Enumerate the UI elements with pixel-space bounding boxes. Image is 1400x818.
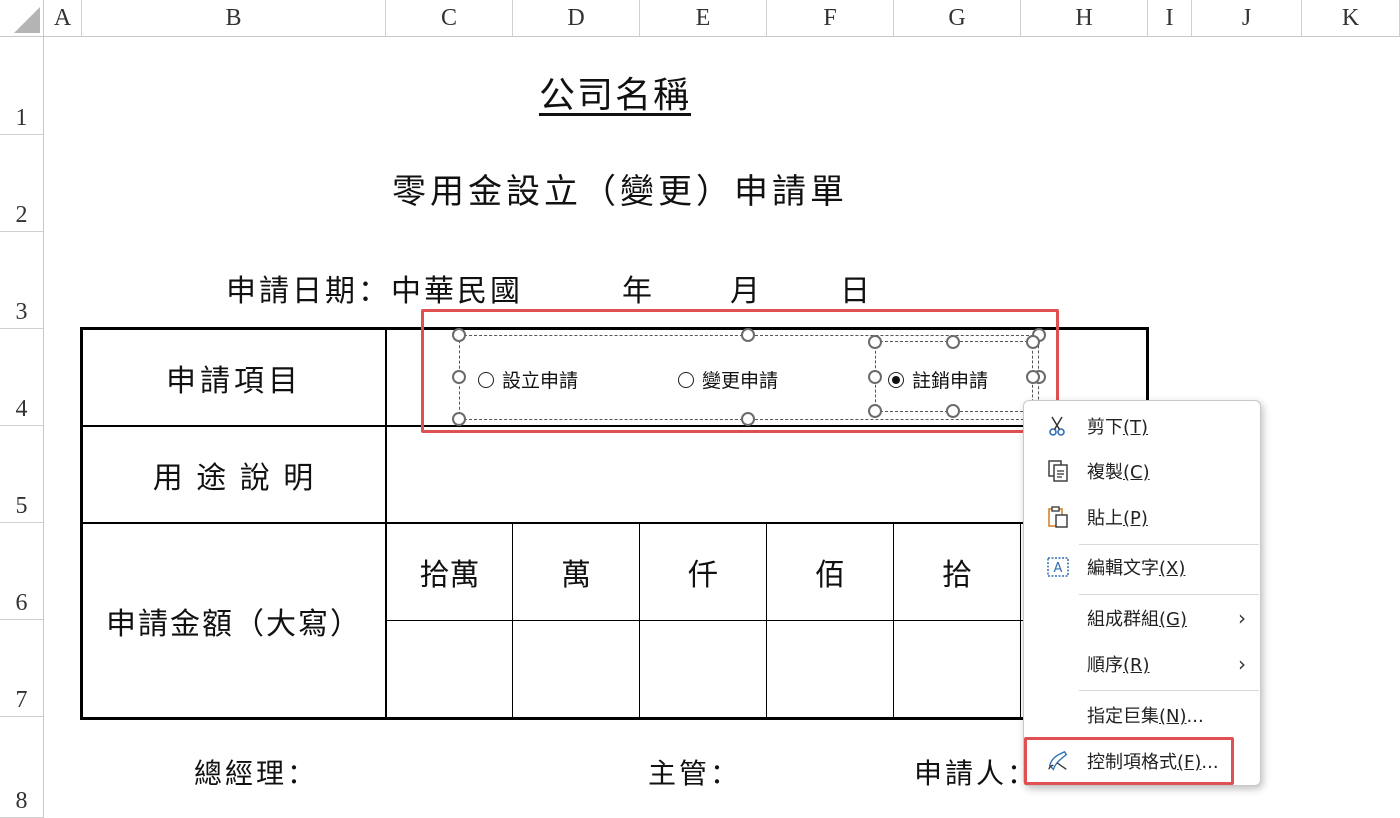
signature-applicant: 申請人： bbox=[914, 757, 1039, 790]
unit-ten-thousand: 萬 bbox=[561, 558, 591, 593]
highlight-controls-box bbox=[421, 309, 1059, 433]
menu-key-edit-text: (X) bbox=[1159, 558, 1186, 579]
label-amount: 申請金額（大寫） bbox=[106, 606, 362, 642]
menu-item-order[interactable]: 順序(R) › bbox=[1024, 644, 1260, 684]
form-title: 零用金設立（變更）申請單 bbox=[392, 172, 848, 212]
menu-separator bbox=[1079, 594, 1259, 595]
menu-key-order: (R) bbox=[1123, 655, 1150, 676]
row-header-2[interactable]: 2 bbox=[0, 135, 44, 232]
menu-label-copy: 複製 bbox=[1087, 462, 1123, 483]
unit-hundred: 佰 bbox=[815, 558, 845, 593]
select-all-triangle bbox=[14, 7, 40, 33]
row-header-5[interactable]: 5 bbox=[0, 426, 44, 523]
menu-item-paste[interactable]: 貼上(P) bbox=[1024, 497, 1260, 537]
date-label: 申請日期：中華民國 bbox=[226, 274, 523, 309]
menu-suffix-assign-macro: ... bbox=[1186, 706, 1204, 727]
copy-icon bbox=[1046, 459, 1070, 483]
signature-supervisor: 主管： bbox=[648, 757, 742, 790]
label-purpose: 用 途 說 明 bbox=[152, 460, 316, 496]
signature-gm: 總經理： bbox=[194, 757, 319, 790]
column-header-i[interactable]: I bbox=[1148, 0, 1192, 37]
menu-key-cut: (T) bbox=[1123, 417, 1149, 438]
scissors-icon bbox=[1046, 414, 1070, 438]
company-title: 公司名稱 bbox=[538, 75, 691, 116]
chevron-right-icon: › bbox=[1238, 652, 1246, 676]
menu-label-order: 順序 bbox=[1087, 655, 1123, 676]
row-header-8[interactable]: 8 bbox=[0, 717, 44, 818]
column-header-f[interactable]: F bbox=[767, 0, 894, 37]
date-year: 年 bbox=[622, 274, 655, 309]
highlight-format-control bbox=[1024, 737, 1234, 785]
column-header-a[interactable]: A bbox=[44, 0, 82, 37]
table-col-divider-g bbox=[1020, 522, 1021, 720]
menu-separator bbox=[1079, 544, 1259, 545]
row-header-7[interactable]: 7 bbox=[0, 620, 44, 717]
unit-thousand: 仟 bbox=[688, 558, 718, 593]
unit-ten: 拾 bbox=[942, 558, 972, 593]
chevron-right-icon: › bbox=[1238, 606, 1246, 630]
table-bottom-border bbox=[80, 717, 1149, 720]
row-header-1[interactable]: 1 bbox=[0, 37, 44, 135]
column-header-h[interactable]: H bbox=[1021, 0, 1148, 37]
menu-label-cut: 剪下 bbox=[1087, 417, 1123, 438]
menu-item-assign-macro[interactable]: 指定巨集(N)... bbox=[1024, 695, 1260, 735]
date-month: 月 bbox=[730, 274, 763, 309]
row-header-3[interactable]: 3 bbox=[0, 232, 44, 329]
column-header-k[interactable]: K bbox=[1302, 0, 1400, 37]
menu-label-paste: 貼上 bbox=[1087, 508, 1123, 529]
date-day: 日 bbox=[840, 274, 873, 309]
select-all-corner[interactable] bbox=[0, 0, 44, 37]
menu-label-edit-text: 編輯文字 bbox=[1087, 558, 1159, 579]
column-header-c[interactable]: C bbox=[386, 0, 513, 37]
menu-key-assign-macro: (N) bbox=[1159, 706, 1187, 727]
column-header-g[interactable]: G bbox=[894, 0, 1021, 37]
column-header-b[interactable]: B bbox=[82, 0, 386, 37]
menu-label-group: 組成群組 bbox=[1087, 609, 1159, 630]
menu-separator bbox=[1079, 690, 1259, 691]
column-header-e[interactable]: E bbox=[640, 0, 767, 37]
paste-icon bbox=[1046, 505, 1070, 529]
label-apply-item: 申請項目 bbox=[166, 363, 302, 399]
menu-label-assign-macro: 指定巨集 bbox=[1087, 706, 1159, 727]
edit-text-icon: A bbox=[1046, 555, 1070, 579]
column-header-j[interactable]: J bbox=[1192, 0, 1302, 37]
menu-item-group[interactable]: 組成群組(G) › bbox=[1024, 598, 1260, 638]
row-header-6[interactable]: 6 bbox=[0, 523, 44, 620]
menu-item-copy[interactable]: 複製(C) bbox=[1024, 451, 1260, 491]
column-header-d[interactable]: D bbox=[513, 0, 640, 37]
row-header-4[interactable]: 4 bbox=[0, 329, 44, 426]
menu-key-group: (G) bbox=[1159, 609, 1187, 630]
menu-item-cut[interactable]: 剪下(T) bbox=[1024, 406, 1260, 446]
menu-item-edit-text[interactable]: A 編輯文字(X) bbox=[1024, 547, 1260, 587]
unit-hundred-thousand: 拾萬 bbox=[419, 558, 480, 593]
menu-key-paste: (P) bbox=[1123, 508, 1148, 529]
context-menu: 剪下(T) 複製(C) 貼上(P) A 編輯文字(X) 組成群組(G) › 順序… bbox=[1023, 400, 1261, 786]
svg-text:A: A bbox=[1054, 561, 1063, 576]
menu-key-copy: (C) bbox=[1123, 462, 1150, 483]
